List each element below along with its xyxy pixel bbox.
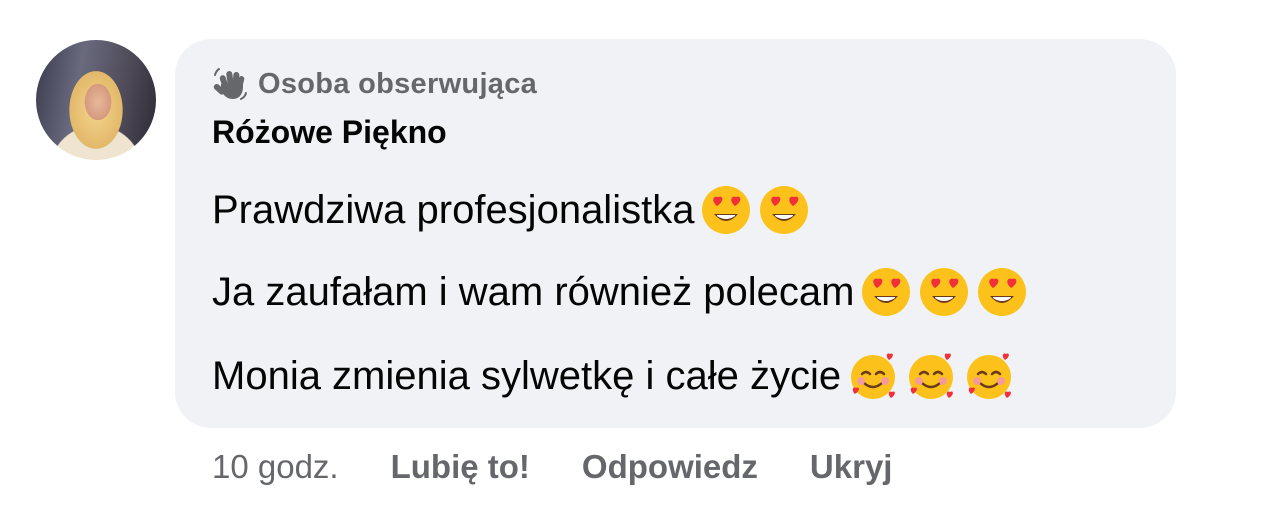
hide-button[interactable]: Ukryj (810, 448, 893, 486)
comment-line-3: Monia zmienia sylwetkę i całe życie (212, 350, 1015, 402)
heart-eyes-emoji (918, 266, 970, 318)
comment-timestamp[interactable]: 10 godz. (212, 448, 339, 486)
avatar[interactable] (36, 40, 156, 160)
heart-eyes-emoji (860, 266, 912, 318)
comment-text: Monia zmienia sylwetkę i całe życie (212, 353, 842, 398)
badge-label: Osoba obserwująca (258, 67, 538, 100)
comment-line-1: Prawdziwa profesjonalistka (212, 184, 810, 236)
comment-author[interactable]: Różowe Piękno (212, 114, 447, 151)
smiling-face-with-hearts-emoji (905, 350, 957, 402)
smiling-face-with-hearts-emoji (963, 350, 1015, 402)
comment-text: Prawdziwa profesjonalistka (212, 187, 695, 232)
heart-eyes-emoji (976, 266, 1028, 318)
like-button[interactable]: Lubię to! (391, 448, 530, 486)
comment-line-2: Ja zaufałam i wam również polecam (212, 266, 1028, 318)
smiling-face-with-hearts-emoji (847, 350, 899, 402)
comment-text: Ja zaufałam i wam również polecam (212, 269, 855, 314)
reply-button[interactable]: Odpowiedz (582, 448, 758, 486)
comment-actions: 10 godz. Lubię to! Odpowiedz Ukryj (212, 448, 944, 486)
heart-eyes-emoji (700, 184, 752, 236)
heart-eyes-emoji (758, 184, 810, 236)
waving-hand-icon (212, 66, 248, 102)
follower-badge: Osoba obserwująca (212, 64, 537, 104)
